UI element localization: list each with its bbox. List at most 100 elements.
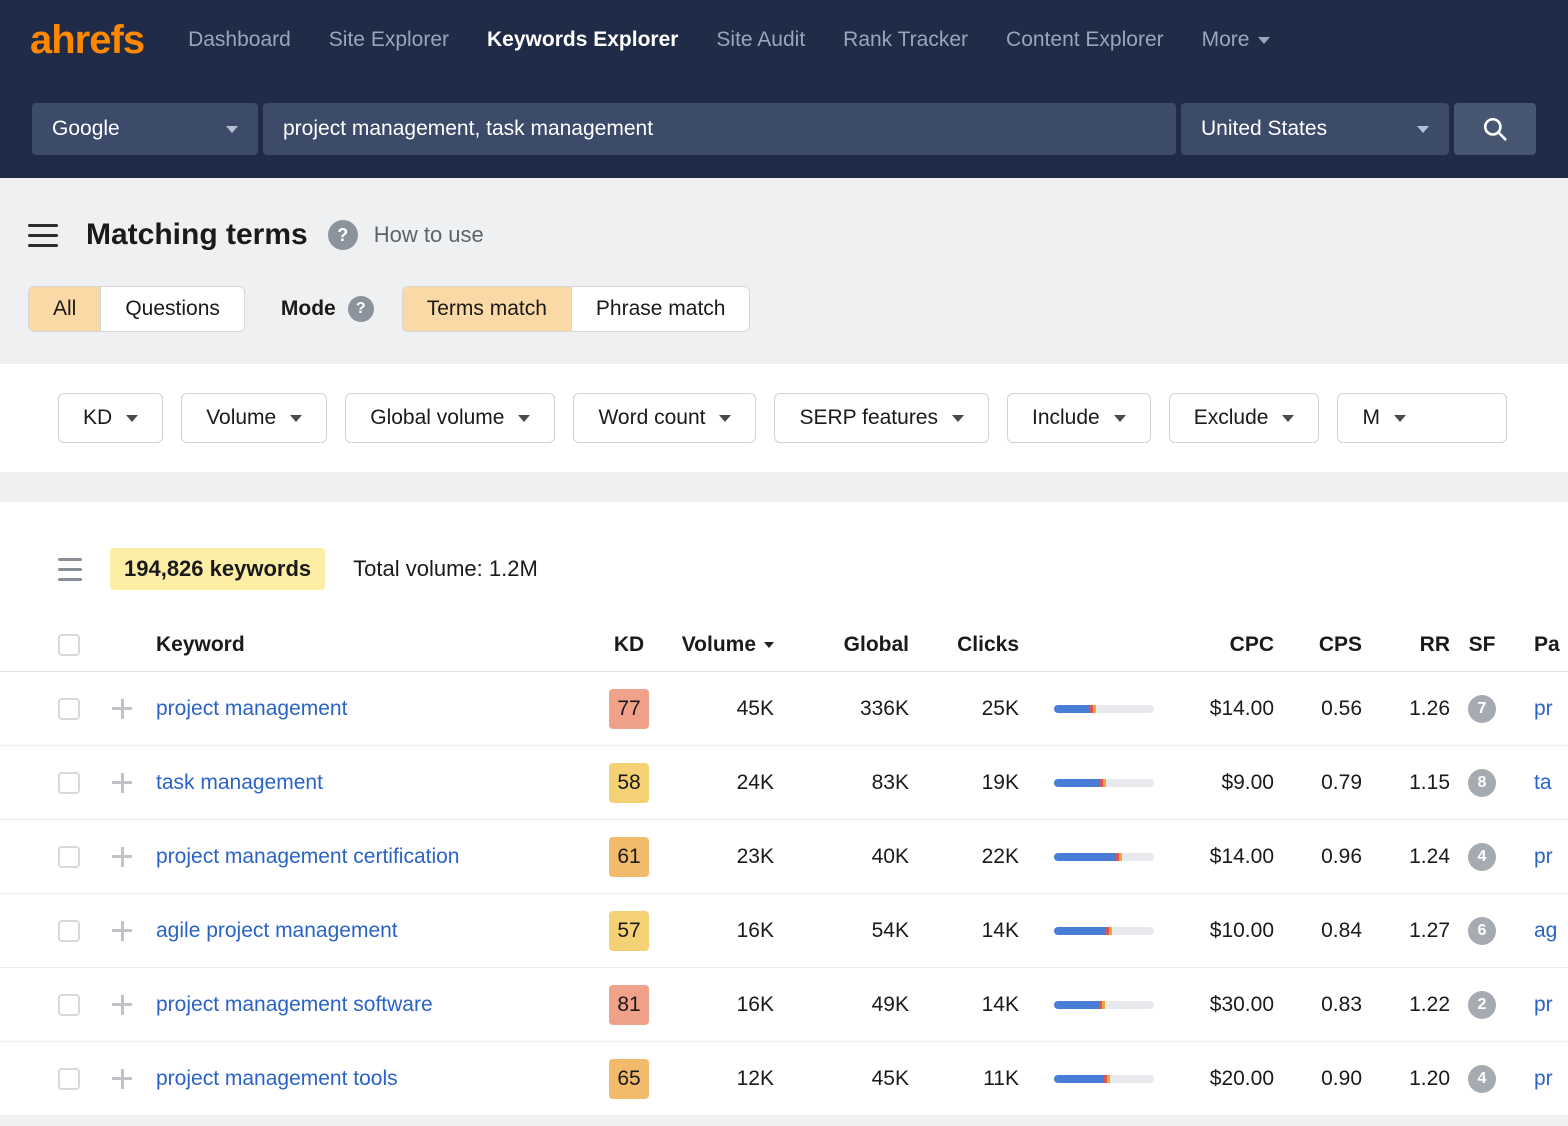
nav-item[interactable]: Site Explorer	[329, 28, 449, 52]
kd-badge: 61	[609, 837, 649, 877]
mode-help-icon[interactable]: ?	[348, 296, 374, 322]
checkbox-cell	[58, 994, 82, 1016]
filter-button[interactable]: Include	[1007, 393, 1151, 443]
filter-button-label: Include	[1032, 406, 1100, 430]
add-to-list-icon[interactable]	[110, 845, 134, 869]
filter-button[interactable]: M	[1337, 393, 1507, 443]
filter-button[interactable]: Global volume	[345, 393, 555, 443]
search-engine-select[interactable]: Google	[32, 103, 258, 155]
parent-topic-link[interactable]: pr	[1514, 845, 1568, 869]
ahrefs-logo[interactable]: ahrefs	[30, 18, 144, 63]
nav-item[interactable]: Dashboard	[188, 28, 291, 52]
clicks-value: 14K	[909, 993, 1019, 1017]
col-header-rr[interactable]: RR	[1362, 633, 1450, 657]
nav-item[interactable]: Rank Tracker	[843, 28, 968, 52]
filter-button[interactable]: SERP features	[774, 393, 989, 443]
add-to-list-icon[interactable]	[110, 919, 134, 943]
serp-features-badge[interactable]: 7	[1468, 695, 1496, 723]
serp-features-badge[interactable]: 8	[1468, 769, 1496, 797]
select-all-cell	[58, 634, 82, 656]
chevron-down-icon	[1394, 415, 1406, 422]
keyword-link[interactable]: project management tools	[156, 1067, 599, 1091]
col-header-cpc[interactable]: CPC	[1154, 633, 1274, 657]
row-checkbox[interactable]	[58, 920, 80, 942]
col-header-parent-topic[interactable]: Pa	[1514, 633, 1568, 657]
filter-bar: KD Volume Global volume Word count SERP feat…	[0, 364, 1568, 472]
table-row: agile project management 57 16K 54K 14K …	[0, 894, 1568, 968]
keyword-link[interactable]: project management certification	[156, 845, 599, 869]
nav-item[interactable]: More	[1202, 28, 1271, 52]
row-checkbox[interactable]	[58, 1068, 80, 1090]
search-button[interactable]	[1454, 103, 1536, 155]
scope-tabs: AllQuestions	[28, 286, 245, 332]
nav-item[interactable]: Keywords Explorer	[487, 28, 678, 52]
col-header-kd[interactable]: KD	[599, 633, 659, 657]
add-to-list-icon[interactable]	[110, 993, 134, 1017]
parent-topic-link[interactable]: pr	[1514, 1067, 1568, 1091]
keyword-link[interactable]: project management software	[156, 993, 599, 1017]
col-header-volume[interactable]: Volume	[659, 633, 774, 657]
how-to-use-link[interactable]: How to use	[374, 222, 484, 248]
row-checkbox[interactable]	[58, 846, 80, 868]
parent-topic-link[interactable]: ag	[1514, 919, 1568, 943]
parent-topic-link[interactable]: pr	[1514, 697, 1568, 721]
total-volume-label: Total volume: 1.2M	[353, 556, 538, 582]
tab[interactable]: Questions	[101, 287, 244, 331]
filter-button[interactable]: Exclude	[1169, 393, 1320, 443]
nav-item[interactable]: Content Explorer	[1006, 28, 1164, 52]
keywords-query-input[interactable]	[263, 103, 1176, 155]
country-value: United States	[1201, 117, 1327, 141]
search-icon	[1482, 116, 1508, 142]
tab[interactable]: Terms match	[403, 287, 572, 331]
sidebar-toggle-icon[interactable]	[28, 224, 58, 247]
table-row: project management certification 61 23K …	[0, 820, 1568, 894]
filter-button[interactable]: KD	[58, 393, 163, 443]
serp-features-badge[interactable]: 6	[1468, 917, 1496, 945]
serp-features-badge[interactable]: 4	[1468, 1065, 1496, 1093]
country-select[interactable]: United States	[1181, 103, 1449, 155]
tab[interactable]: Phrase match	[572, 287, 750, 331]
col-header-keyword[interactable]: Keyword	[156, 633, 599, 657]
volume-value: 16K	[659, 919, 774, 943]
tab[interactable]: All	[29, 287, 101, 331]
parent-topic-link[interactable]: ta	[1514, 771, 1568, 795]
row-checkbox[interactable]	[58, 772, 80, 794]
kd-cell: 61	[599, 837, 659, 877]
clicks-distribution-bar	[1054, 853, 1154, 861]
tab-label: Terms match	[427, 297, 547, 320]
page-header: Matching terms ? How to use	[0, 178, 1568, 286]
col-header-cps[interactable]: CPS	[1274, 633, 1362, 657]
select-all-checkbox[interactable]	[58, 634, 80, 656]
filter-button[interactable]: Volume	[181, 393, 327, 443]
checkbox-cell	[58, 1068, 82, 1090]
clicks-distribution-bar	[1054, 705, 1154, 713]
col-header-clicks[interactable]: Clicks	[909, 633, 1019, 657]
chevron-down-icon	[1114, 415, 1126, 422]
keyword-link[interactable]: task management	[156, 771, 599, 795]
clicks-value: 22K	[909, 845, 1019, 869]
kd-badge: 57	[609, 911, 649, 951]
kd-badge: 81	[609, 985, 649, 1025]
col-header-global[interactable]: Global	[774, 633, 909, 657]
add-to-list-icon[interactable]	[110, 771, 134, 795]
list-menu-icon[interactable]	[58, 558, 82, 581]
serp-features-badge[interactable]: 2	[1468, 991, 1496, 1019]
add-to-list-icon[interactable]	[110, 1067, 134, 1091]
nav-item-label: More	[1202, 28, 1250, 52]
row-checkbox[interactable]	[58, 698, 80, 720]
sf-cell: 8	[1450, 769, 1514, 797]
parent-topic-link[interactable]: pr	[1514, 993, 1568, 1017]
nav-item[interactable]: Site Audit	[716, 28, 805, 52]
chevron-down-icon	[719, 415, 731, 422]
filter-button[interactable]: Word count	[573, 393, 756, 443]
checkbox-cell	[58, 772, 82, 794]
serp-features-badge[interactable]: 4	[1468, 843, 1496, 871]
row-checkbox[interactable]	[58, 994, 80, 1016]
help-icon[interactable]: ?	[328, 220, 358, 250]
global-volume-value: 336K	[774, 697, 909, 721]
col-header-sf[interactable]: SF	[1450, 633, 1514, 657]
kd-cell: 81	[599, 985, 659, 1025]
keyword-link[interactable]: agile project management	[156, 919, 599, 943]
keyword-link[interactable]: project management	[156, 697, 599, 721]
add-to-list-icon[interactable]	[110, 697, 134, 721]
